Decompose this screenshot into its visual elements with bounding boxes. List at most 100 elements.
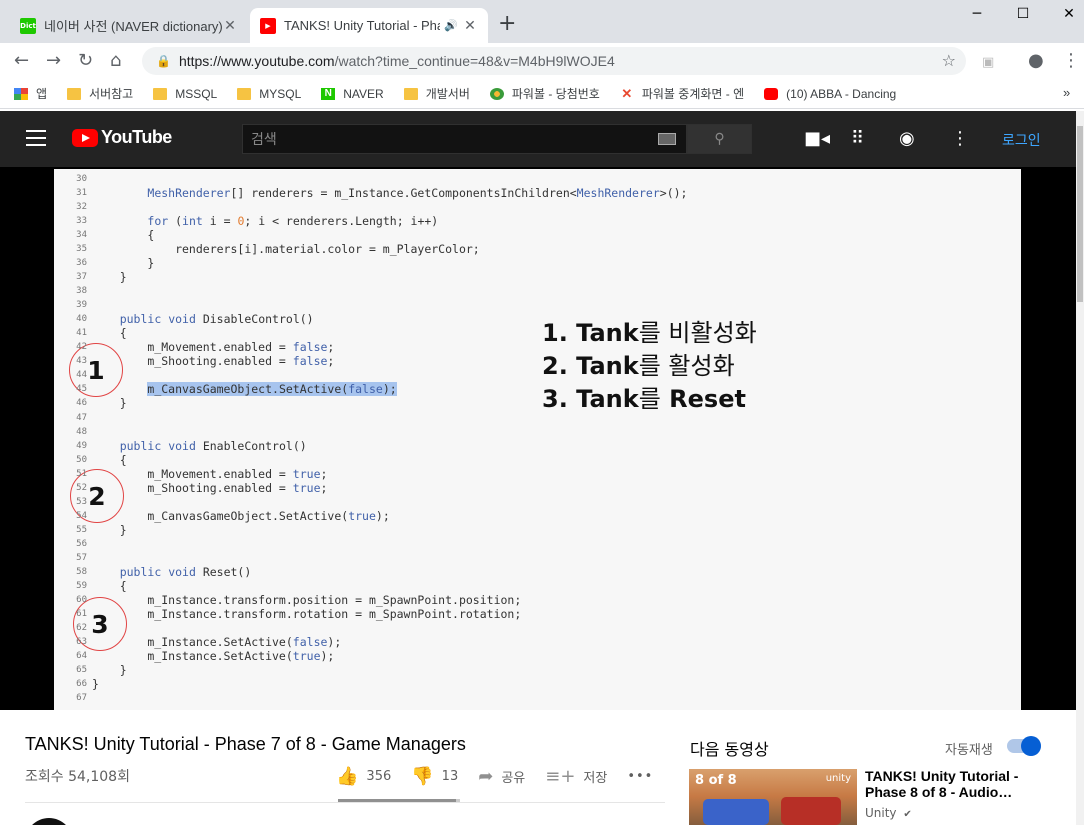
watch-info: TANKS! Unity Tutorial - Phase 7 of 8 - G… (0, 710, 1076, 825)
extension-icon[interactable]: ▣ (982, 53, 994, 73)
login-button[interactable]: 로그인 (1002, 130, 1041, 150)
share-button[interactable]: ➦ 공유 (478, 766, 525, 787)
search-button[interactable]: ⚲ (687, 124, 752, 154)
save-label: 저장 (583, 771, 608, 786)
bookmark-folder[interactable]: MSSQL (153, 87, 217, 101)
tab-strip: Dict 네이버 사전 (NAVER dictionary) ✕ ▶ TANKS… (0, 0, 1084, 43)
recommended-title[interactable]: TANKS! Unity Tutorial - Phase 8 of 8 - A… (865, 768, 1035, 800)
channel-avatar[interactable] (25, 818, 73, 825)
line-number: 46 (76, 398, 87, 409)
speaker-icon[interactable]: 🔊 (444, 19, 458, 32)
line-number: 41 (76, 328, 87, 339)
more-icon: ••• (627, 769, 654, 784)
unity-logo: unity (825, 773, 851, 784)
line-number: 31 (76, 188, 87, 199)
bookmark-star-icon[interactable]: ☆ (942, 51, 956, 70)
maximize-button[interactable]: ☐ (1000, 6, 1046, 22)
bookmarks-overflow-button[interactable]: » (1063, 85, 1070, 100)
line-number: 48 (76, 426, 87, 437)
back-button[interactable]: ← (14, 51, 29, 71)
more-actions-button[interactable]: ••• (627, 769, 653, 784)
bookmark-apps[interactable]: 앱 (14, 85, 47, 102)
dislike-count: 13 (441, 769, 459, 784)
bookmark-abba[interactable]: (10) ABBA - Dancing (764, 87, 896, 101)
naver-icon: N (321, 87, 336, 100)
line-number: 45 (76, 384, 87, 395)
line-number: 42 (76, 342, 87, 353)
account-icon[interactable]: ● (1028, 51, 1044, 71)
recommended-channel[interactable]: Unity ✔ (865, 806, 912, 820)
video-player[interactable]: 1. Tank를 비활성화 2. Tank를 활성화 3. Tank를 Rese… (0, 167, 1076, 710)
code-line: { (92, 228, 155, 243)
address-bar[interactable]: 🔒 https://www.youtube.com/watch?time_con… (142, 47, 966, 75)
bookmark-label: MSSQL (175, 86, 218, 101)
minimize-button[interactable]: ─ (954, 6, 1000, 22)
reload-button[interactable]: ↻ (78, 51, 93, 71)
keyboard-icon[interactable] (658, 133, 676, 145)
autoplay-toggle[interactable] (1007, 736, 1041, 756)
browser-window: Dict 네이버 사전 (NAVER dictionary) ✕ ▶ TANKS… (0, 0, 1084, 825)
code-line: { (92, 326, 127, 341)
recommended-thumbnail[interactable]: 8 of 8 unity (689, 769, 857, 825)
search-input[interactable]: 검색 (242, 124, 687, 154)
apps-grid-icon[interactable]: ⠿ (851, 129, 864, 149)
scrollbar-thumb[interactable] (1077, 126, 1083, 302)
window-close-button[interactable]: ✕ (1046, 6, 1084, 22)
dislike-button[interactable]: 👎 13 (411, 766, 458, 787)
add-to-playlist-icon: ≡+ (545, 766, 576, 787)
code-line: m_CanvasGameObject.SetActive(false); (147, 382, 397, 397)
line-number: 44 (76, 370, 87, 381)
bookmark-naver[interactable]: N NAVER (321, 87, 384, 101)
youtube-masthead: YouTube 검색 ⚲ ■◂ ⠿ ◉ ⋮ 로그인 (0, 111, 1076, 167)
bookmark-powerball[interactable]: 파워볼 - 당첨번호 (489, 85, 600, 102)
close-icon[interactable]: ✕ (462, 18, 478, 34)
tab-naver-dictionary[interactable]: Dict 네이버 사전 (NAVER dictionary) ✕ (10, 8, 248, 43)
line-number: 51 (76, 468, 87, 479)
code-line: m_Shooting.enabled = true; (92, 480, 328, 495)
folder-icon (67, 87, 82, 100)
forward-button[interactable]: → (46, 51, 61, 71)
autoplay-label: 자동재생 (945, 743, 993, 758)
line-number: 57 (76, 552, 87, 563)
create-video-icon[interactable]: ■◂ (804, 129, 830, 149)
line-number: 60 (76, 594, 87, 605)
note-1: 1. Tank를 비활성화 (542, 319, 757, 347)
tab-title: TANKS! Unity Tutorial - Pha (284, 18, 441, 33)
bookmark-label: 앱 (36, 87, 48, 101)
hamburger-menu-icon[interactable] (26, 130, 46, 146)
line-number: 53 (76, 496, 87, 507)
thumbnail-blue-tank (703, 799, 769, 825)
settings-kebab-icon[interactable]: ⋮ (951, 129, 969, 149)
annotation-notes: 1. Tank를 비활성화 2. Tank를 활성화 3. Tank를 Rese… (542, 317, 757, 416)
apps-grid-icon (14, 87, 28, 100)
tab-youtube[interactable]: ▶ TANKS! Unity Tutorial - Pha 🔊 ✕ (250, 8, 488, 43)
bookmark-folder[interactable]: MYSQL (237, 87, 301, 101)
youtube-logo[interactable]: YouTube (72, 127, 172, 148)
save-button[interactable]: ≡+ 저장 (545, 766, 607, 787)
code-line: m_CanvasGameObject.SetActive(true); (92, 508, 390, 523)
menu-kebab-icon[interactable]: ⋮ (1062, 51, 1080, 71)
code-line: m_Instance.transform.rotation = m_SpawnP… (92, 606, 522, 621)
line-number: 52 (76, 482, 87, 493)
home-button[interactable]: ⌂ (110, 51, 121, 71)
code-line: } (92, 256, 155, 271)
line-number: 30 (76, 174, 87, 184)
bookmark-label: 개발서버 (425, 87, 470, 101)
bookmark-powerball-broadcast[interactable]: ✕ 파워볼 중계화면 - 엔 (620, 85, 744, 102)
video-title: TANKS! Unity Tutorial - Phase 7 of 8 - G… (25, 734, 466, 754)
bookmark-label: 서버참고 (89, 87, 134, 101)
bookmark-folder[interactable]: 개발서버 (403, 85, 470, 102)
line-number: 38 (76, 286, 87, 297)
like-button[interactable]: 👍 356 (336, 766, 391, 787)
line-number: 35 (76, 244, 87, 255)
bookmark-folder[interactable]: 서버참고 (67, 85, 133, 102)
code-line: public void EnableControl() (119, 438, 307, 453)
search-icon: ⚲ (714, 131, 725, 147)
code-line: m_Movement.enabled = false; (92, 340, 335, 355)
messages-icon[interactable]: ◉ (899, 129, 915, 149)
code-line: renderers[i].material.color = m_PlayerCo… (92, 242, 480, 257)
new-tab-button[interactable]: + (498, 12, 516, 36)
line-number: 54 (76, 510, 87, 521)
thumbs-up-icon: 👍 (336, 766, 359, 787)
close-icon[interactable]: ✕ (222, 18, 238, 34)
